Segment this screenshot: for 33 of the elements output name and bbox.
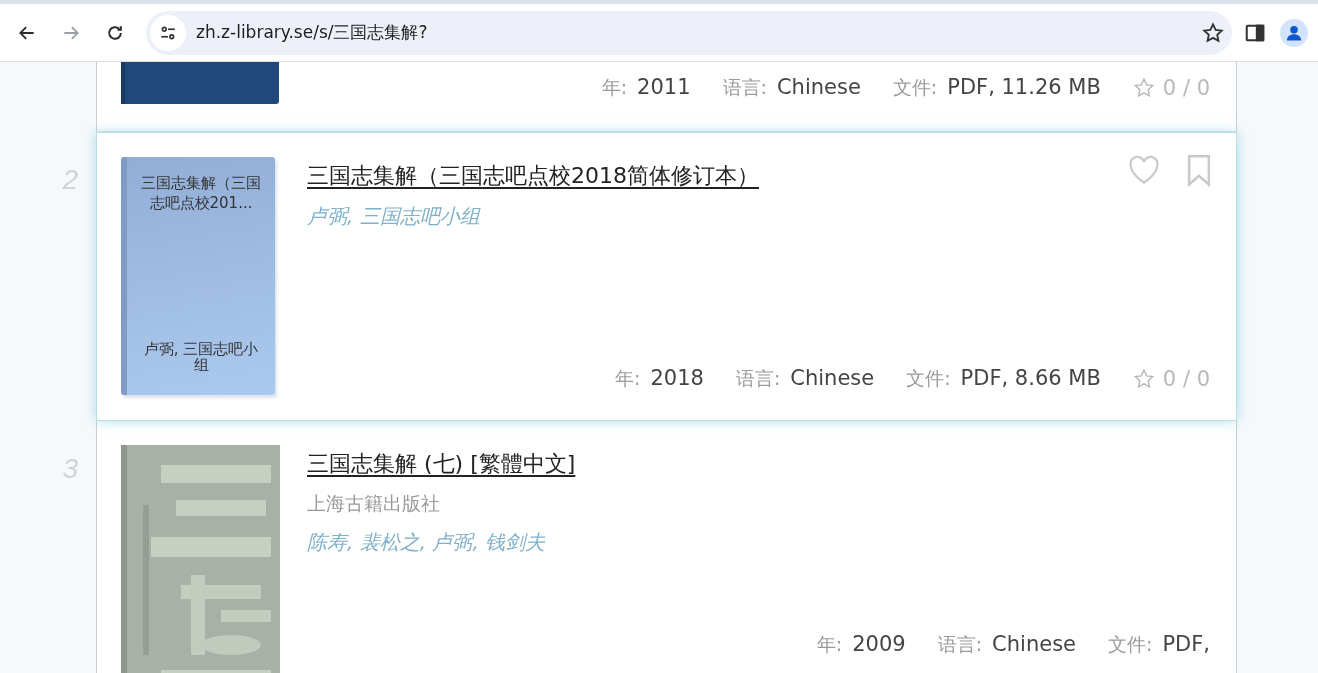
meta-label: 文件: <box>1108 632 1153 657</box>
meta-label: 语言: <box>937 632 983 657</box>
meta-value: 2018 <box>650 366 704 390</box>
cover-author: 卢弼, 三国志吧小组 <box>142 341 260 373</box>
meta-value: 2011 <box>637 75 691 99</box>
site-settings-icon[interactable] <box>150 14 186 51</box>
meta-value: Chinese <box>776 75 861 99</box>
star-icon <box>1132 77 1155 99</box>
meta-label: 年: <box>816 632 843 657</box>
meta-label: 文件: <box>906 366 951 391</box>
book-title-link[interactable]: 三国志集解 (七) [繁體中文] <box>307 449 576 479</box>
url-text: zh.z-library.se/s/三国志集解? <box>196 21 429 44</box>
meta-label: 年: <box>601 75 628 100</box>
book-cover[interactable]: 三国志集解（三国志吧点校201... 卢弼, 三国志吧小组 <box>121 157 275 395</box>
meta-label: 语言: <box>722 75 767 100</box>
bookmark-star-icon[interactable] <box>1202 21 1224 44</box>
meta-value: PDF, <box>1162 632 1210 656</box>
rating-text: 0 / 0 <box>1162 367 1210 391</box>
meta-label: 年: <box>615 366 641 391</box>
publisher-text: 上海古籍出版社 <box>307 491 441 516</box>
meta-value: PDF, 8.66 MB <box>960 366 1101 390</box>
cover-title: 三国志集解（三国志吧点校201... <box>140 173 262 213</box>
profile-avatar[interactable] <box>1280 18 1308 47</box>
meta-value: 2009 <box>852 632 906 656</box>
address-bar[interactable]: zh.z-library.se/s/三国志集解? <box>146 10 1232 55</box>
book-title-link[interactable]: 三国志集解（三国志吧点校2018简体修订本） <box>307 161 759 191</box>
meta-value: Chinese <box>790 366 875 390</box>
star-icon <box>1132 368 1155 390</box>
meta-value: PDF, 11.26 MB <box>947 75 1101 99</box>
meta-label: 语言: <box>735 366 781 391</box>
meta-label: 文件: <box>892 75 938 100</box>
meta-value: Chinese <box>992 632 1076 656</box>
rating-text: 0 / 0 <box>1162 76 1210 100</box>
